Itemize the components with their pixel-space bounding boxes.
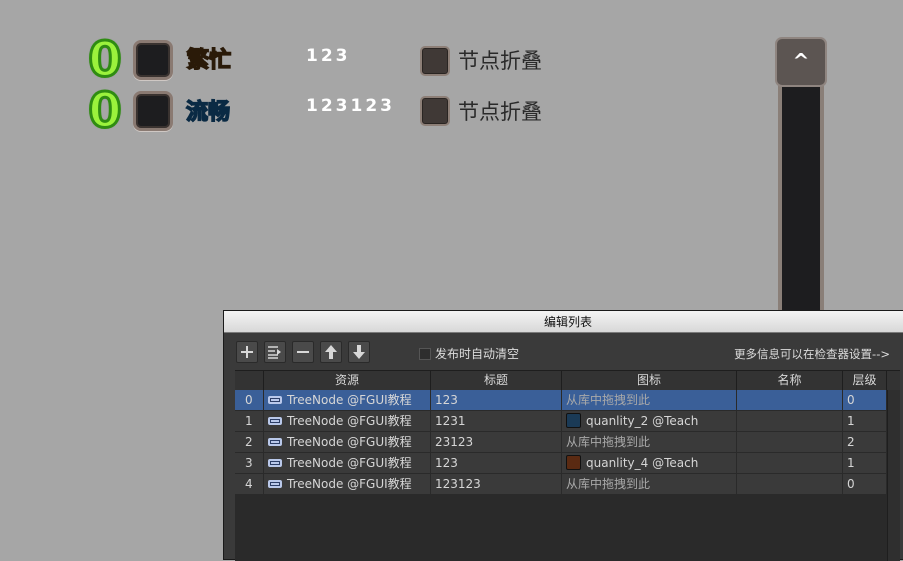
icon-label: 从库中拖拽到此 [566, 435, 651, 449]
table-row[interactable]: 2 TreeNode @FGUI教程 23123 从库中拖拽到此 2 [235, 432, 887, 453]
insert-button[interactable] [264, 341, 286, 363]
header-icon[interactable]: 图标 [562, 371, 737, 390]
tree-node-icon [268, 416, 282, 425]
cell-title[interactable]: 1231 [431, 411, 562, 431]
move-up-button[interactable] [320, 341, 342, 363]
panel-title: 编辑列表 [224, 311, 903, 333]
cell-resource[interactable]: TreeNode @FGUI教程 [264, 411, 431, 431]
cell-level[interactable]: 1 [843, 411, 887, 431]
cell-index[interactable]: 0 [235, 390, 264, 410]
arrow-up-icon [325, 345, 337, 359]
cell-title[interactable]: 23123 [431, 432, 562, 452]
remove-button[interactable] [292, 341, 314, 363]
resource-label: TreeNode @FGUI教程 [287, 477, 412, 491]
status-tag-busy: 繁忙 [186, 47, 232, 74]
cell-title[interactable]: 123 [431, 453, 562, 473]
minus-icon [297, 351, 309, 353]
cell-resource[interactable]: TreeNode @FGUI教程 [264, 474, 431, 494]
tree-node-icon [268, 479, 282, 488]
item-slot[interactable] [133, 91, 173, 131]
scroll-up-button[interactable]: ^ [775, 37, 827, 87]
more-info-link[interactable]: 更多信息可以在检查器设置--> [734, 345, 890, 363]
item-slot[interactable] [133, 40, 173, 80]
resource-label: TreeNode @FGUI教程 [287, 456, 412, 470]
cell-level[interactable]: 0 [843, 390, 887, 410]
cell-resource[interactable]: TreeNode @FGUI教程 [264, 390, 431, 410]
icon-label: quanlity_4 @Teach [586, 456, 699, 470]
cell-resource[interactable]: TreeNode @FGUI教程 [264, 453, 431, 473]
cell-name[interactable] [737, 453, 843, 473]
cell-icon[interactable]: 从库中拖拽到此 [562, 432, 737, 452]
row-number: 123 [306, 46, 351, 66]
tree-node-icon [268, 395, 282, 404]
autoclear-label: 发布时自动清空 [435, 347, 520, 361]
node-collapse-checkbox[interactable] [420, 46, 450, 76]
move-down-button[interactable] [348, 341, 370, 363]
counter-zero: 0 [87, 83, 123, 139]
resource-label: TreeNode @FGUI教程 [287, 393, 412, 407]
node-collapse-checkbox[interactable] [420, 96, 450, 126]
cell-index[interactable]: 4 [235, 474, 264, 494]
resource-label: TreeNode @FGUI教程 [287, 435, 412, 449]
header-resource[interactable]: 资源 [264, 371, 431, 390]
icon-label: quanlity_2 @Teach [586, 414, 699, 428]
cell-name[interactable] [737, 432, 843, 452]
header-title[interactable]: 标题 [431, 371, 562, 390]
status-tag-smooth: 流畅 [185, 99, 231, 126]
edit-list-panel: 编辑列表 发布时自动清空 更多信息可以在检查器设置--> 资源 标题 图标 名称… [223, 310, 903, 561]
resource-label: TreeNode @FGUI教程 [287, 414, 412, 428]
cell-level[interactable]: 0 [843, 474, 887, 494]
table-row[interactable]: 1 TreeNode @FGUI教程 1231 quanlity_2 @Teach 1 [235, 411, 887, 432]
grid-header: 资源 标题 图标 名称 层级 [235, 371, 900, 391]
arrow-down-icon [353, 345, 365, 359]
tree-node-icon [268, 437, 282, 446]
cell-name[interactable] [737, 411, 843, 431]
icon-thumbnail [566, 413, 581, 428]
insert-icon [268, 346, 281, 359]
cell-index[interactable]: 2 [235, 432, 264, 452]
cell-index[interactable]: 1 [235, 411, 264, 431]
header-name[interactable]: 名称 [737, 371, 843, 390]
table-row[interactable]: 3 TreeNode @FGUI教程 123 quanlity_4 @Teach 1 [235, 453, 887, 474]
header-index [235, 371, 264, 390]
cell-icon[interactable]: 从库中拖拽到此 [562, 390, 737, 410]
cell-title[interactable]: 123123 [431, 474, 562, 494]
cell-icon[interactable]: quanlity_2 @Teach [562, 411, 737, 431]
cell-icon[interactable]: quanlity_4 @Teach [562, 453, 737, 473]
plus-icon [241, 346, 253, 358]
cell-level[interactable]: 2 [843, 432, 887, 452]
table-row[interactable]: 4 TreeNode @FGUI教程 123123 从库中拖拽到此 0 [235, 474, 887, 495]
row-number: 123123 [306, 96, 395, 116]
cell-index[interactable]: 3 [235, 453, 264, 473]
counter-zero: 0 [87, 32, 123, 88]
grid-scrollbar[interactable] [887, 390, 900, 561]
cell-name[interactable] [737, 474, 843, 494]
icon-label: 从库中拖拽到此 [566, 393, 651, 407]
icon-label: 从库中拖拽到此 [566, 477, 651, 491]
cell-title[interactable]: 123 [431, 390, 562, 410]
node-collapse-label: 节点折叠 [458, 49, 542, 73]
header-level[interactable]: 层级 [843, 371, 887, 390]
cell-resource[interactable]: TreeNode @FGUI教程 [264, 432, 431, 452]
cell-level[interactable]: 1 [843, 453, 887, 473]
node-collapse-label: 节点折叠 [458, 100, 542, 124]
item-list-grid: 资源 标题 图标 名称 层级 0 TreeNode @FGUI教程 123 从库中拖拽… [235, 370, 900, 561]
icon-thumbnail [566, 455, 581, 470]
cell-name[interactable] [737, 390, 843, 410]
table-row[interactable]: 0 TreeNode @FGUI教程 123 从库中拖拽到此 0 [235, 390, 887, 411]
add-button[interactable] [236, 341, 258, 363]
tree-node-icon [268, 458, 282, 467]
cell-icon[interactable]: 从库中拖拽到此 [562, 474, 737, 494]
autoclear-checkbox[interactable] [419, 348, 431, 360]
